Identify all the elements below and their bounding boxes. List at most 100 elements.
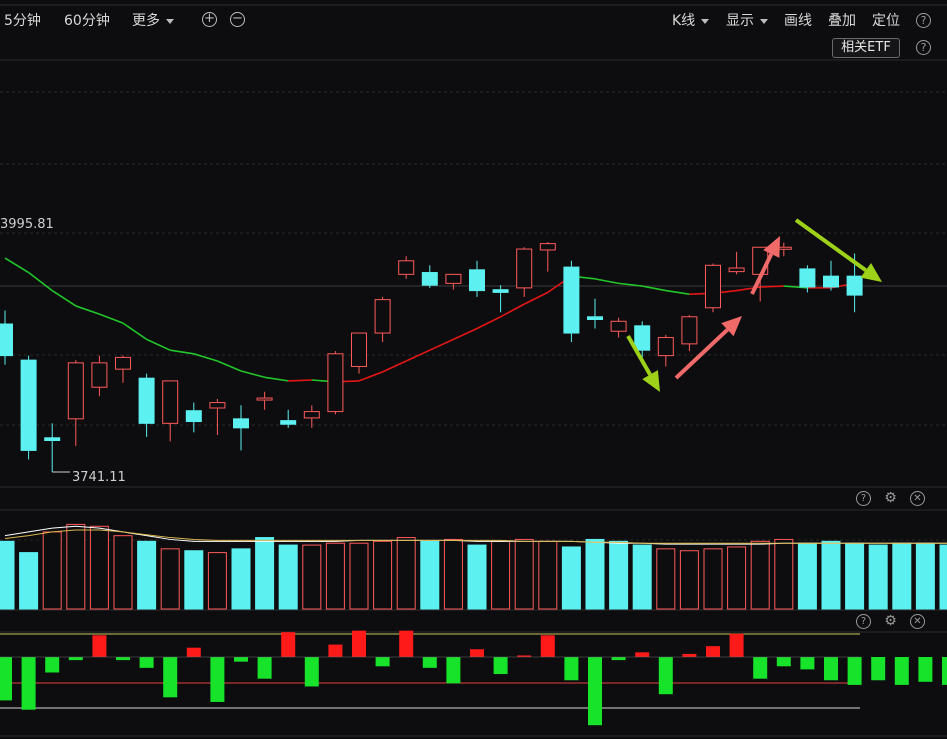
zoom-out-icon[interactable]: − [230, 12, 245, 27]
display-label: 显示 [726, 13, 754, 29]
macd-bar [611, 657, 626, 661]
ma-line-segment [146, 338, 171, 351]
volume-bar [420, 540, 440, 610]
ma-line-segment [523, 291, 549, 305]
macd-bar [682, 653, 697, 657]
ma-line-segment [358, 371, 383, 382]
volume-bar [703, 548, 723, 610]
candle-body [185, 410, 202, 423]
volume-bar [774, 538, 794, 610]
volume-bar [443, 538, 463, 610]
display-dropdown[interactable]: 显示 [726, 10, 768, 30]
chevron-down-icon [701, 18, 710, 24]
candle-body [374, 299, 391, 334]
more-label: 更多 [132, 13, 160, 29]
candle-body [233, 418, 249, 429]
volume-bar [939, 544, 947, 610]
macd-settings-icon[interactable]: ⚙ [883, 614, 898, 629]
candle-body [398, 260, 415, 275]
macd-bar [304, 657, 319, 687]
volume-close-icon[interactable]: ✕ [910, 491, 925, 506]
macd-bar [564, 657, 579, 681]
candle-body [823, 275, 839, 288]
macd-bar [470, 649, 484, 657]
volume-bar [892, 542, 912, 610]
locate-button[interactable]: 定位 [872, 10, 900, 30]
macd-help-icon[interactable]: ? [856, 614, 871, 629]
volume-bar [184, 550, 204, 610]
ma-line-segment [99, 313, 124, 324]
macd-bar [729, 633, 744, 657]
kline-type-dropdown[interactable]: K线 [672, 10, 710, 30]
zoom-in-icon[interactable]: + [202, 12, 217, 27]
candle-body [256, 397, 273, 401]
macd-bar [257, 657, 272, 679]
candle-body [209, 402, 226, 409]
ma-line-segment [453, 327, 478, 341]
candle-body [20, 359, 37, 451]
ma-line-segment [665, 289, 690, 295]
macd-bar [658, 657, 673, 695]
volume-bar [609, 540, 629, 610]
volume-bar [750, 540, 770, 610]
macd-bar [894, 657, 909, 685]
chevron-down-icon [166, 18, 174, 24]
volume-bar [845, 542, 865, 610]
related-etf-button[interactable]: 相关ETF [832, 38, 900, 58]
volume-bar [137, 540, 157, 610]
volume-bar [821, 540, 841, 610]
ma-line-segment [4, 257, 30, 274]
candle-body [303, 411, 320, 419]
macd-bar [92, 635, 107, 657]
period-5min-tab[interactable]: 5分钟 [4, 10, 41, 30]
candle-body [610, 320, 627, 332]
overlay-button[interactable]: 叠加 [828, 10, 856, 30]
volume-bar [0, 540, 15, 610]
candle-body [67, 362, 84, 420]
draw-line-button[interactable]: 画线 [784, 10, 812, 30]
volume-settings-icon[interactable]: ⚙ [883, 491, 898, 506]
volume-bar [160, 548, 180, 610]
volume-bar [561, 546, 581, 610]
candle-body [445, 273, 462, 284]
macd-panel-controls: ? ⚙ ✕ [856, 614, 925, 629]
macd-bar [800, 657, 815, 670]
candle-body [280, 420, 297, 425]
macd-bar [776, 657, 791, 667]
volume-bar [656, 548, 676, 610]
volume-bar [915, 542, 935, 610]
low-price-label: 3741.11 [72, 470, 126, 485]
volume-bar [373, 540, 393, 610]
macd-bar [635, 652, 650, 657]
candle-body [421, 272, 438, 286]
candle-body [469, 269, 485, 292]
help-icon[interactable]: ? [916, 13, 931, 28]
candle-body [634, 325, 651, 351]
macd-bar [942, 657, 947, 685]
chevron-down-icon [760, 18, 768, 24]
period-60min-tab[interactable]: 60分钟 [64, 10, 110, 30]
volume-bar [113, 535, 133, 610]
volume-bar [349, 542, 369, 610]
ma-line-segment [28, 271, 53, 292]
candle-body [138, 377, 155, 424]
ma-line-segment [642, 285, 666, 292]
macd-close-icon[interactable]: ✕ [910, 614, 925, 629]
ma-line-segment [122, 322, 148, 341]
volume-bar [585, 538, 605, 610]
volume-help-icon[interactable]: ? [856, 491, 871, 506]
kline-chart-canvas[interactable] [0, 0, 947, 739]
macd-bar [68, 657, 83, 661]
candle-body [846, 275, 863, 296]
candle-body [91, 362, 108, 388]
candle-body [351, 332, 367, 367]
candle-body [516, 248, 533, 289]
volume-bar [66, 523, 86, 610]
volume-bar [797, 542, 817, 610]
macd-bar [163, 657, 178, 698]
etf-help-icon[interactable]: ? [916, 40, 931, 55]
more-periods-dropdown[interactable]: 更多 [132, 10, 174, 30]
candle-body [162, 380, 179, 424]
ma-line-segment [760, 285, 784, 288]
ma-line-segment [240, 370, 265, 379]
